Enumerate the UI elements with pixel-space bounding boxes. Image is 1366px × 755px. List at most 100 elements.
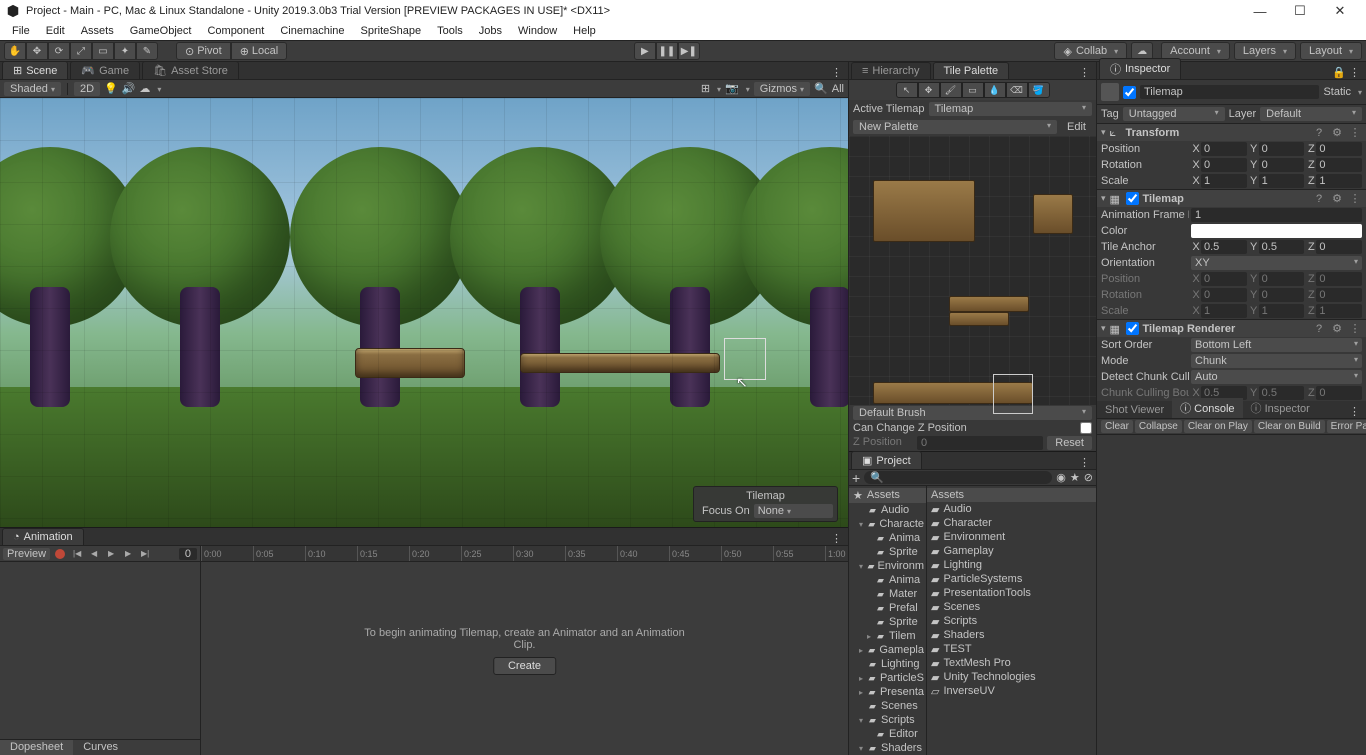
filter-icon[interactable]: ★ [1070, 471, 1080, 484]
focus-on-dropdown[interactable]: None [754, 504, 833, 518]
component-preset-icon[interactable]: ⚙ [1330, 126, 1344, 139]
pause-button[interactable]: ❚❚ [656, 42, 678, 60]
list-item[interactable]: ▰Scenes [927, 600, 1096, 614]
tree-item[interactable]: ▸▰Gamepla [849, 643, 926, 657]
tab-scene[interactable]: ⊞ Scene [2, 61, 68, 79]
search-filter[interactable]: All [832, 83, 844, 95]
list-item[interactable]: ▰Character [927, 516, 1096, 530]
tab-project[interactable]: ▣ Project [851, 451, 922, 469]
list-item[interactable]: ▰PresentationTools [927, 586, 1096, 600]
last-frame-button[interactable]: ▶| [138, 547, 152, 561]
tree-item[interactable]: ▾▰Scripts [849, 713, 926, 727]
gameobject-name-field[interactable]: Tilemap [1140, 85, 1319, 99]
next-frame-button[interactable]: ▶ [121, 547, 135, 561]
grid-icon[interactable]: ⊞ [701, 82, 710, 95]
console-btn[interactable]: Clear [1101, 420, 1133, 433]
pivot-toggle[interactable]: ⊙Pivot [176, 42, 231, 60]
list-item[interactable]: ▰Lighting [927, 558, 1096, 572]
list-item[interactable]: ▰Unity Technologies [927, 670, 1096, 684]
tree-item[interactable]: ▰Anima [849, 573, 926, 587]
tab-hierarchy[interactable]: ≡ Hierarchy [851, 62, 931, 79]
list-item[interactable]: ▰TEST [927, 642, 1096, 656]
list-item[interactable]: ▰Gameplay [927, 544, 1096, 558]
animation-tab-menu[interactable]: ⋮ [825, 532, 848, 545]
console-btn[interactable]: Error Pause [1327, 420, 1366, 433]
menu-help[interactable]: Help [565, 23, 604, 39]
hand-tool-button[interactable]: ✋ [4, 42, 26, 60]
orientation-dropdown[interactable]: XY [1191, 256, 1362, 270]
frame-field[interactable]: 0 [179, 548, 197, 560]
tree-item[interactable]: ▾▰Characte [849, 517, 926, 531]
fill-tool-icon[interactable]: 🪣 [1028, 82, 1050, 98]
prev-frame-button[interactable]: ◀ [87, 547, 101, 561]
shading-dropdown[interactable]: Shaded [4, 82, 61, 96]
tree-item[interactable]: ▾▰Environm [849, 559, 926, 573]
afr-field[interactable]: 1 [1191, 208, 1362, 222]
tab-animation[interactable]: ◔ Animation [2, 528, 84, 545]
list-item[interactable]: ▰ParticleSystems [927, 572, 1096, 586]
project-search[interactable]: 🔍 [864, 471, 1052, 484]
console-btn[interactable]: Collapse [1135, 420, 1182, 433]
gameobject-enabled[interactable] [1123, 86, 1136, 99]
tree-item[interactable]: ▰Mater [849, 587, 926, 601]
box-tool-icon[interactable]: ▭ [962, 82, 984, 98]
2d-toggle[interactable]: 2D [74, 82, 100, 96]
record-button[interactable] [53, 547, 67, 561]
gizmos-dropdown[interactable]: Gizmos [754, 82, 810, 96]
rotate-tool-button[interactable]: ⟳ [48, 42, 70, 60]
fx-dropdown[interactable] [154, 83, 161, 95]
menu-cinemachine[interactable]: Cinemachine [272, 23, 352, 39]
minimize-button[interactable]: — [1240, 4, 1280, 19]
tree-item[interactable]: ▸▰ParticleS [849, 671, 926, 685]
menu-assets[interactable]: Assets [73, 23, 122, 39]
play-button[interactable]: ▶ [634, 42, 656, 60]
select-tool-icon[interactable]: ↖ [896, 82, 918, 98]
tab-inspector[interactable]: ⓘ Inspector [1099, 58, 1181, 79]
mode-dropdown[interactable]: Chunk [1191, 354, 1362, 368]
filter-icon[interactable]: ⊘ [1084, 471, 1093, 484]
local-toggle[interactable]: ⊕Local [231, 42, 288, 60]
layout-dropdown[interactable]: Layout [1300, 42, 1362, 60]
close-button[interactable]: ✕ [1320, 3, 1360, 19]
curves-tab[interactable]: Curves [73, 740, 128, 755]
tab-menu-icon[interactable]: ⋮ [825, 66, 848, 79]
list-item[interactable]: ▰Scripts [927, 614, 1096, 628]
tree-item[interactable]: ▸▰Presenta [849, 685, 926, 699]
dopesheet-tab[interactable]: Dopesheet [0, 740, 73, 755]
tab-inspector-bottom[interactable]: ⓘ Inspector [1243, 398, 1318, 418]
brush-tool-icon[interactable]: 🖌 [940, 82, 962, 98]
menu-spriteshape[interactable]: SpriteShape [353, 23, 430, 39]
console-btn[interactable]: Clear on Build [1254, 420, 1325, 433]
z-position-field[interactable]: 0 [917, 436, 1043, 450]
tree-item[interactable]: ▸▰Tilem [849, 629, 926, 643]
camera-icon[interactable]: 📷 [725, 82, 739, 95]
menu-component[interactable]: Component [199, 23, 272, 39]
maximize-button[interactable]: ☐ [1280, 3, 1320, 19]
color-field[interactable] [1191, 224, 1362, 238]
layer-dropdown[interactable]: Default [1260, 107, 1362, 121]
timeline-ruler[interactable]: 0:000:050:100:150:200:250:300:350:400:45… [201, 546, 848, 562]
list-item[interactable]: ▰TextMesh Pro [927, 656, 1096, 670]
tree-item[interactable]: ▰Sprite [849, 615, 926, 629]
play-anim-button[interactable]: ▶ [104, 547, 118, 561]
menu-edit[interactable]: Edit [38, 23, 73, 39]
tree-item[interactable]: ▰Lighting [849, 657, 926, 671]
scale-tool-button[interactable]: ⤢ [70, 42, 92, 60]
move-tool-button[interactable]: ✥ [26, 42, 48, 60]
menu-file[interactable]: File [4, 23, 38, 39]
tree-item[interactable]: ▰Sprite [849, 545, 926, 559]
project-list[interactable]: Assets ▰Audio▰Character▰Environment▰Game… [927, 486, 1096, 755]
list-item[interactable]: ▱InverseUV [927, 684, 1096, 698]
tree-item[interactable]: ▰Prefal [849, 601, 926, 615]
menu-gameobject[interactable]: GameObject [122, 23, 200, 39]
brush-dropdown[interactable]: Default Brush [853, 406, 1092, 420]
rect-tool-button[interactable]: ▭ [92, 42, 114, 60]
palette-dropdown[interactable]: New Palette [853, 120, 1057, 134]
reset-z-button[interactable]: Reset [1047, 436, 1092, 450]
project-add-button[interactable]: + [852, 470, 860, 486]
menu-window[interactable]: Window [510, 23, 565, 39]
step-button[interactable]: ▶❚ [678, 42, 700, 60]
lighting-toggle-icon[interactable]: 💡 [104, 82, 118, 95]
culling-dropdown[interactable]: Auto [1191, 370, 1362, 384]
layers-dropdown[interactable]: Layers [1234, 42, 1296, 60]
